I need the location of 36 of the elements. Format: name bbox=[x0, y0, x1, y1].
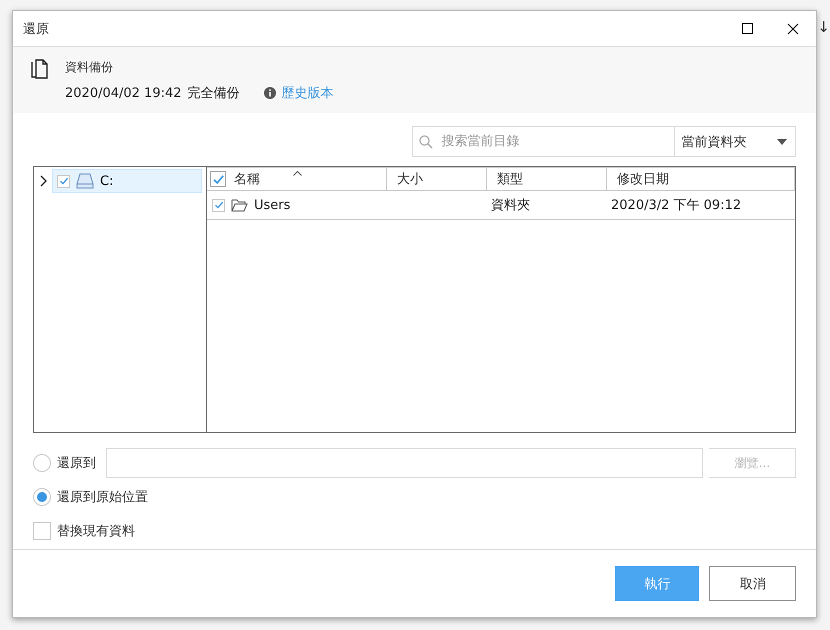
checkbox[interactable] bbox=[33, 522, 51, 540]
path-field[interactable] bbox=[106, 448, 704, 478]
search-box[interactable]: 搜索當前目錄 bbox=[412, 126, 674, 157]
option-label: 替換現有資料 bbox=[57, 523, 135, 540]
option-label: 還原到原始位置 bbox=[57, 489, 148, 506]
radio-button[interactable] bbox=[33, 488, 51, 506]
select-all-checkbox[interactable] bbox=[210, 171, 226, 187]
scope-dropdown[interactable]: 當前資料夾 bbox=[674, 126, 796, 157]
option-label: 還原到 bbox=[57, 455, 96, 472]
window-title: 還原 bbox=[23, 20, 50, 38]
column-header[interactable]: 大小 bbox=[397, 170, 423, 188]
drive-label: C: bbox=[100, 174, 114, 188]
backup-timestamp: 2020/04/02 19:42 bbox=[65, 86, 182, 100]
arrow-glyph: ↓ bbox=[817, 18, 830, 38]
caret-icon bbox=[777, 138, 788, 144]
close-icon bbox=[787, 22, 800, 34]
copy-icon bbox=[31, 59, 49, 79]
file-modified: 2020/3/2 下午 09:12 bbox=[611, 197, 742, 214]
folder-icon bbox=[231, 198, 248, 212]
radio-button[interactable] bbox=[33, 454, 51, 472]
drive-tree-item[interactable]: C: bbox=[52, 169, 202, 193]
column-header[interactable]: 名稱 bbox=[234, 170, 260, 188]
info-icon bbox=[264, 87, 276, 99]
checkbox[interactable] bbox=[57, 174, 70, 188]
cancel-button[interactable]: 取消 bbox=[709, 566, 796, 601]
maximize-icon bbox=[742, 23, 753, 34]
column-header[interactable]: 修改日期 bbox=[617, 170, 669, 188]
search-icon bbox=[419, 134, 434, 148]
file-type: 資料夾 bbox=[491, 197, 530, 214]
checkbox[interactable] bbox=[212, 198, 225, 212]
column-header[interactable]: 類型 bbox=[497, 170, 523, 188]
backup-type: 完全備份 bbox=[188, 85, 240, 102]
file-name: Users bbox=[254, 198, 290, 212]
backup-name: 資料備份 bbox=[65, 59, 114, 76]
drive-icon bbox=[76, 173, 94, 189]
sort-caret-icon bbox=[293, 171, 302, 176]
